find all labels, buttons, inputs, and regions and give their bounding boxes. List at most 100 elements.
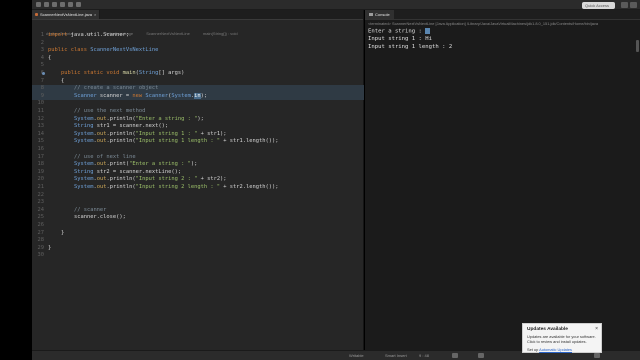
line-number: 9 (40, 92, 44, 99)
updates-notification[interactable]: Updates Available × Updates are availabl… (522, 323, 602, 353)
code-line[interactable]: 22 (32, 192, 364, 200)
code-line[interactable]: 12 System.out.println("Enter a string : … (32, 116, 364, 124)
code-source: // use of next line (73, 153, 136, 160)
code-line[interactable]: 17 // use of next line (32, 154, 364, 162)
line-number: 18 (37, 161, 45, 168)
code-line[interactable]: 13 String str1 = scanner.next(); (32, 123, 364, 131)
line-number: 12 (37, 115, 45, 122)
new-file-icon[interactable] (36, 2, 41, 7)
code-line[interactable]: 11 // use the next method (32, 108, 364, 116)
code-line[interactable]: 5 (32, 62, 364, 70)
line-number: 15 (37, 138, 45, 145)
code-line[interactable]: 3 public class ScannerNextVsNextLine (32, 47, 364, 55)
code-line[interactable]: 8 // create a scanner object (32, 85, 364, 93)
tab-console[interactable]: Console (365, 10, 394, 19)
code-source: { (48, 77, 65, 84)
code-line[interactable]: 21 System.out.println("Input string 2 le… (32, 184, 364, 192)
save-icon[interactable] (44, 2, 49, 7)
console-view: Console <terminated> ScannerNextVsNextLi… (365, 10, 640, 350)
console-output-line: Input string 1 length : 2 (368, 44, 453, 51)
main-toolbar: Quick Access (32, 0, 640, 10)
code-line[interactable]: 29} (32, 245, 364, 253)
quick-access-input[interactable]: Quick Access (582, 2, 615, 9)
notification-body: Updates are available for your software.… (527, 334, 596, 344)
line-number: 14 (37, 130, 45, 137)
override-marker-icon (42, 72, 45, 75)
code-line[interactable]: 4{ (32, 55, 364, 63)
line-number: 3 (40, 47, 44, 54)
line-number: 23 (37, 199, 45, 206)
code-line[interactable]: 26 (32, 222, 364, 230)
code-editor: ScannerNextVsNextLine.java × YouTubeJava… (32, 10, 364, 350)
updates-icon[interactable] (594, 353, 600, 358)
external-tools-icon[interactable] (68, 2, 73, 7)
search-icon[interactable] (76, 2, 81, 7)
code-text-area[interactable]: 1 import java.util.Scanner; 2 3 public class… (32, 31, 364, 350)
console-icon (369, 13, 373, 16)
progress-icon[interactable] (452, 353, 458, 358)
editor-tab-bar: ScannerNextVsNextLine.java × (32, 10, 363, 20)
debug-icon[interactable] (52, 2, 57, 7)
line-number: 29 (37, 244, 45, 251)
perspective-debug-icon[interactable] (630, 2, 637, 8)
code-source: // create a scanner object (73, 85, 159, 92)
code-line[interactable]: 28 (32, 237, 364, 245)
code-source: } (48, 229, 65, 236)
code-source: public static void main(String[] args) (60, 70, 185, 76)
status-insert-mode: Smart Insert (385, 353, 407, 358)
line-number: 25 (37, 214, 45, 221)
console-output-line: Enter a string : (365, 28, 640, 36)
console-output-line: Input string 1 : Hi (368, 36, 432, 43)
automatic-updates-link[interactable]: Automatic Updates (539, 347, 572, 352)
code-line[interactable]: 30 (32, 252, 364, 260)
perspective-java-icon[interactable] (621, 2, 628, 8)
code-line[interactable]: 25 scanner.close(); (32, 214, 364, 222)
close-icon[interactable]: × (595, 326, 598, 332)
code-source: System.out.println("Input string 2 lengt… (73, 184, 279, 190)
code-line[interactable]: 18 System.out.print("Enter a string : ")… (32, 161, 364, 169)
code-line[interactable]: 1 import java.util.Scanner; (32, 32, 364, 40)
code-source: System.out.println("Input string 2 : " +… (73, 176, 227, 183)
tab-scanner-next-vs-next-line[interactable]: ScannerNextVsNextLine.java × (32, 10, 101, 19)
code-line[interactable]: 20 System.out.println("Input string 2 : … (32, 176, 364, 184)
tab-label: ScannerNextVsNextLine.java (40, 12, 93, 17)
code-line[interactable]: 15 System.out.println("Input string 1 le… (32, 138, 364, 146)
line-number: 2 (40, 39, 44, 46)
status-writable: Writable (349, 353, 364, 358)
line-number: 16 (37, 146, 45, 152)
code-line[interactable]: 23 (32, 199, 364, 207)
run-icon[interactable] (60, 2, 65, 7)
line-number: 11 (37, 108, 45, 114)
notification-title: Updates Available (527, 327, 568, 332)
code-line[interactable]: 19 String str2 = scanner.nextLine(); (32, 169, 364, 177)
code-line[interactable]: 2 (32, 40, 364, 48)
code-source: System.out.println("Input string 1 : " +… (73, 130, 227, 137)
line-number: 17 (37, 153, 45, 160)
code-source: public class ScannerNextVsNextLine (48, 47, 159, 54)
line-number: 30 (37, 252, 45, 259)
console-cursor (425, 28, 431, 34)
notification-icon[interactable] (478, 353, 484, 358)
line-number: 28 (37, 237, 45, 244)
line-number: 19 (37, 168, 45, 175)
code-source: System.out.println("Input string 1 lengt… (73, 138, 279, 145)
code-line[interactable]: 24 // scanner (32, 207, 364, 215)
code-line[interactable]: 9 Scanner scanner = new Scanner(System.i… (32, 92, 364, 101)
line-number: 22 (37, 191, 45, 198)
close-icon[interactable]: × (94, 10, 96, 19)
code-line[interactable]: 10 (32, 100, 364, 108)
line-number: 24 (37, 206, 45, 213)
code-source: } (48, 244, 52, 251)
java-file-icon (35, 13, 38, 16)
line-number: 5 (40, 62, 44, 69)
code-line[interactable]: 14 System.out.println("Input string 1 : … (32, 131, 364, 139)
code-line[interactable]: 16 (32, 146, 364, 154)
code-line[interactable]: 6 public static void main(String[] args) (32, 70, 364, 78)
line-number: 10 (37, 100, 45, 107)
code-source: String str2 = scanner.nextLine(); (73, 168, 182, 175)
line-number: 8 (40, 85, 44, 92)
line-number: 1 (40, 32, 44, 38)
code-line[interactable]: 7 { (32, 78, 364, 86)
console-scrollbar[interactable] (636, 40, 639, 52)
code-line[interactable]: 27 } (32, 230, 364, 238)
